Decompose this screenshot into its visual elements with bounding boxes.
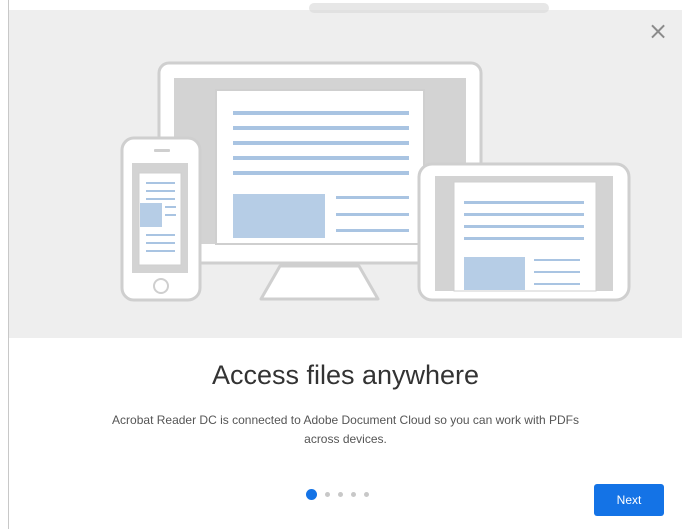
pagination-dots — [306, 489, 369, 500]
onboarding-dialog: × Access files anywhere Acrobat Reader D… — [0, 0, 682, 529]
page-dot-5[interactable] — [364, 492, 369, 497]
page-title: Access files anywhere — [211, 360, 480, 390]
page-dot-1[interactable] — [306, 489, 317, 500]
page-dot-4[interactable] — [351, 492, 356, 497]
onboarding-content: Access files anywhere Acrobat Reader DC … — [9, 338, 682, 529]
description-text: Acrobat Reader DC is connected to Adobe … — [112, 413, 579, 446]
next-button[interactable]: Next — [594, 484, 664, 516]
page-dot-2[interactable] — [325, 492, 330, 497]
devices-illustration-icon — [120, 61, 631, 302]
close-icon: × — [647, 17, 669, 45]
phone-icon — [120, 136, 202, 302]
close-button[interactable]: × — [647, 17, 669, 45]
hero-illustration-area: × — [9, 3, 682, 338]
tablet-icon — [417, 162, 631, 302]
page-dot-3[interactable] — [338, 492, 343, 497]
